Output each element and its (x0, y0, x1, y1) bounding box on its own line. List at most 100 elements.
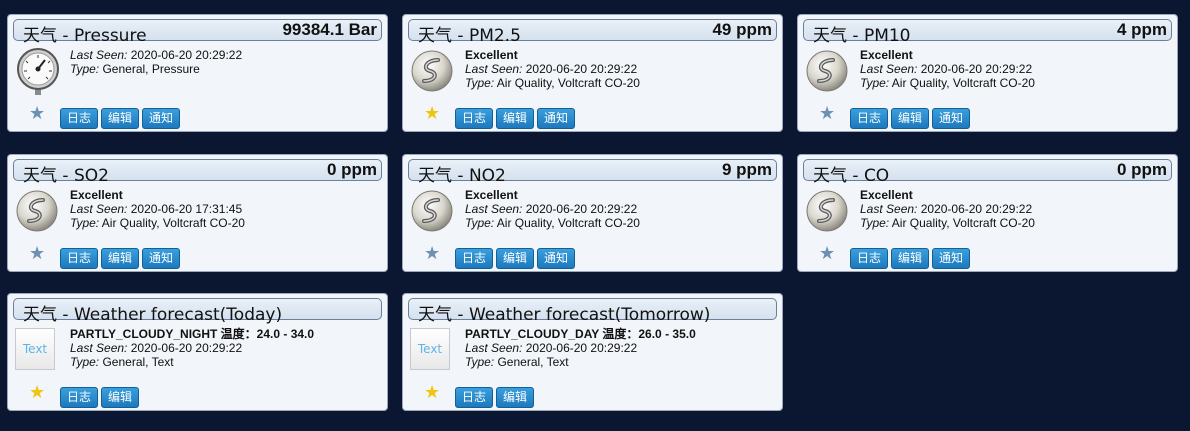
favorite-star-icon[interactable]: ★ (424, 244, 440, 262)
status-text: PARTLY_CLOUDY_DAY 温度：26.0 - 35.0 (465, 327, 696, 341)
device-card-forecast-tomorrow: 天气 - Weather forecast(Tomorrow) Text PAR… (402, 293, 783, 411)
last-seen-value: 2020-06-20 20:29:22 (525, 62, 638, 76)
card-info: Excellent Last Seen: 2020-06-20 17:31:45… (70, 188, 245, 230)
log-button[interactable]: 日志 (455, 248, 494, 269)
edit-button[interactable]: 编辑 (891, 248, 930, 269)
favorite-star-icon[interactable]: ★ (424, 104, 440, 122)
card-value: 0 ppm (1116, 160, 1167, 179)
type-label: Type: (465, 355, 495, 369)
notify-button[interactable]: 通知 (142, 248, 181, 269)
log-button[interactable]: 日志 (850, 108, 889, 129)
card-titlebar: 天气 - Weather forecast(Today) (13, 298, 382, 325)
card-info: Excellent Last Seen: 2020-06-20 20:29:22… (465, 188, 640, 230)
favorite-star-icon[interactable]: ★ (819, 244, 835, 262)
device-card-pm10: 天气 - PM10 4 ppm Excellent Last Seen: 202… (797, 14, 1178, 132)
device-card-pm25: 天气 - PM2.5 49 ppm Excellent Last Seen: 2… (402, 14, 783, 132)
status-text: Excellent (465, 48, 518, 62)
device-card-so2: 天气 - SO2 0 ppm Excellent Last Seen: 2020… (7, 154, 388, 272)
edit-button[interactable]: 编辑 (496, 387, 535, 408)
last-seen-value: 2020-06-20 17:31:45 (130, 202, 243, 216)
text-icon[interactable]: Text (15, 326, 61, 374)
favorite-star-icon[interactable]: ★ (424, 383, 440, 401)
card-value: 4 ppm (1116, 20, 1167, 39)
last-seen-label: Last Seen: (465, 202, 523, 216)
last-seen-value: 2020-06-20 20:29:22 (525, 202, 638, 216)
text-icon-label: Text (15, 328, 55, 370)
last-seen-label: Last Seen: (70, 202, 128, 216)
edit-button[interactable]: 编辑 (496, 108, 535, 129)
notify-button[interactable]: 通知 (932, 108, 971, 129)
type-value: General, Pressure (102, 62, 200, 76)
device-card-no2: 天气 - NO2 9 ppm Excellent Last Seen: 2020… (402, 154, 783, 272)
air-quality-icon[interactable] (410, 47, 456, 95)
favorite-star-icon[interactable]: ★ (29, 383, 45, 401)
card-info: Excellent Last Seen: 2020-06-20 20:29:22… (465, 48, 640, 90)
type-label: Type: (70, 62, 100, 76)
air-quality-icon[interactable] (15, 187, 61, 235)
last-seen-label: Last Seen: (860, 62, 918, 76)
card-info: Last Seen: 2020-06-20 20:29:22 Type: Gen… (70, 48, 242, 76)
card-info: PARTLY_CLOUDY_DAY 温度：26.0 - 35.0 Last Se… (465, 327, 696, 369)
status-text: Excellent (465, 188, 518, 202)
type-label: Type: (465, 76, 495, 90)
last-seen-value: 2020-06-20 20:29:22 (920, 202, 1033, 216)
favorite-star-icon[interactable]: ★ (819, 104, 835, 122)
status-text: Excellent (860, 48, 913, 62)
type-label: Type: (465, 216, 495, 230)
log-button[interactable]: 日志 (455, 108, 494, 129)
type-value: General, Text (102, 355, 174, 369)
notify-button[interactable]: 通知 (537, 108, 576, 129)
edit-button[interactable]: 编辑 (891, 108, 930, 129)
card-title: 天气 - PM10 (813, 26, 911, 46)
notify-button[interactable]: 通知 (142, 108, 181, 129)
last-seen-label: Last Seen: (860, 202, 918, 216)
favorite-star-icon[interactable]: ★ (29, 244, 45, 262)
text-icon[interactable]: Text (410, 326, 456, 374)
last-seen-label: Last Seen: (70, 48, 128, 62)
edit-button[interactable]: 编辑 (101, 387, 140, 408)
status-text: Excellent (860, 188, 913, 202)
notify-button[interactable]: 通知 (537, 248, 576, 269)
device-card-co: 天气 - CO 0 ppm Excellent Last Seen: 2020-… (797, 154, 1178, 272)
log-button[interactable]: 日志 (60, 108, 99, 129)
edit-button[interactable]: 编辑 (101, 108, 140, 129)
favorite-star-icon[interactable]: ★ (29, 104, 45, 122)
type-value: General, Text (497, 355, 569, 369)
card-value: 9 ppm (721, 160, 772, 179)
card-value: 49 ppm (712, 20, 772, 39)
edit-button[interactable]: 编辑 (101, 248, 140, 269)
card-titlebar: 天气 - PM2.5 49 ppm (408, 19, 777, 46)
device-card-pressure: 天气 - Pressure 99384.1 Bar Last Seen: 202… (7, 14, 388, 132)
air-quality-icon[interactable] (410, 187, 456, 235)
log-button[interactable]: 日志 (850, 248, 889, 269)
edit-button[interactable]: 编辑 (496, 248, 535, 269)
last-seen-value: 2020-06-20 20:29:22 (130, 48, 243, 62)
type-label: Type: (70, 216, 100, 230)
log-button[interactable]: 日志 (60, 387, 99, 408)
card-title: 天气 - PM2.5 (418, 26, 521, 46)
type-value: Air Quality, Voltcraft CO-20 (891, 76, 1035, 90)
pressure-gauge-icon[interactable] (15, 47, 61, 95)
notify-button[interactable]: 通知 (932, 248, 971, 269)
last-seen-label: Last Seen: (465, 62, 523, 76)
last-seen-value: 2020-06-20 20:29:22 (130, 341, 243, 355)
log-button[interactable]: 日志 (60, 248, 99, 269)
log-button[interactable]: 日志 (455, 387, 494, 408)
type-value: Air Quality, Voltcraft CO-20 (496, 216, 640, 230)
type-label: Type: (860, 216, 890, 230)
card-title: 天气 - NO2 (418, 166, 506, 186)
card-titlebar: 天气 - PM10 4 ppm (803, 19, 1172, 46)
card-info: Excellent Last Seen: 2020-06-20 20:29:22… (860, 48, 1035, 90)
card-titlebar: 天气 - Pressure 99384.1 Bar (13, 19, 382, 46)
last-seen-label: Last Seen: (465, 341, 523, 355)
type-label: Type: (70, 355, 100, 369)
card-value: 99384.1 Bar (282, 20, 377, 39)
card-titlebar: 天气 - CO 0 ppm (803, 159, 1172, 186)
card-title: 天气 - Weather forecast(Tomorrow) (418, 305, 711, 325)
air-quality-icon[interactable] (805, 47, 851, 95)
last-seen-value: 2020-06-20 20:29:22 (920, 62, 1033, 76)
type-label: Type: (860, 76, 890, 90)
air-quality-icon[interactable] (805, 187, 851, 235)
card-titlebar: 天气 - SO2 0 ppm (13, 159, 382, 186)
last-seen-value: 2020-06-20 20:29:22 (525, 341, 638, 355)
